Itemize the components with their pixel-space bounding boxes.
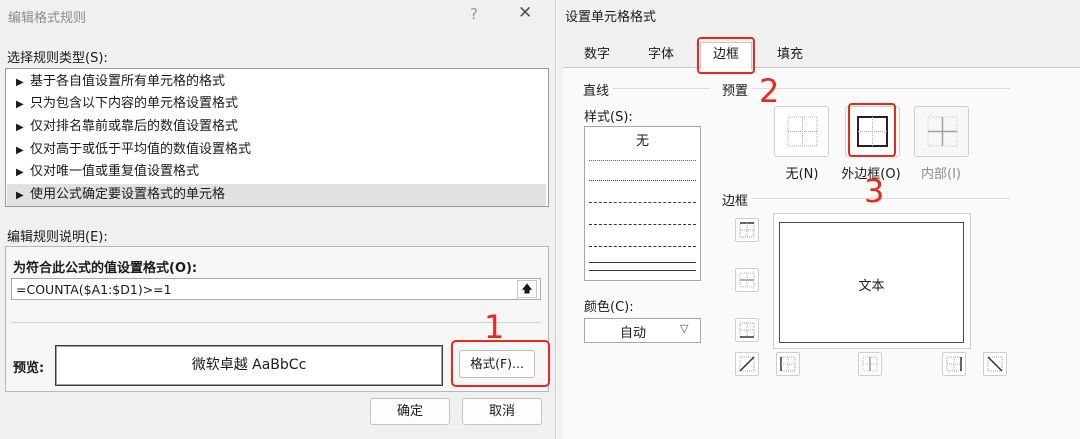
border-preview-text: 文本: [858, 279, 885, 294]
line-style-option[interactable]: [589, 180, 696, 181]
highlight-box-border-tab: [697, 37, 755, 74]
line-style-option[interactable]: [589, 246, 696, 247]
group-rule: [752, 88, 1010, 89]
line-style-list[interactable]: [584, 126, 701, 281]
rule-type-item[interactable]: ▶ 基于各自值设置所有单元格的格式: [7, 71, 546, 93]
rule-description-label: 编辑规则说明(E):: [7, 230, 108, 245]
dialog-title: 设置单元格格式: [565, 10, 657, 25]
line-style-option[interactable]: [589, 270, 696, 271]
step-number-3: 3: [864, 172, 885, 210]
preset-inside-button[interactable]: [914, 106, 969, 157]
border-none-icon: [787, 116, 818, 147]
rule-type-item-selected[interactable]: ▶ 使用公式确定要设置格式的单元格: [7, 184, 546, 206]
format-preview: 微软卓越 AaBbCc: [55, 345, 443, 386]
border-inside-horizontal-icon: [739, 272, 755, 288]
border-diagonal-down-icon: [987, 356, 1003, 372]
border-center-button[interactable]: [858, 352, 882, 376]
border-middle-button[interactable]: [735, 268, 759, 292]
border-group-label: 边框: [722, 194, 749, 209]
highlight-box-format: [451, 340, 550, 387]
collapse-dialog-button[interactable]: 🡅: [517, 280, 537, 298]
group-rule: [613, 88, 709, 89]
color-select-value: 自动: [620, 326, 647, 341]
triangle-right-icon: ▶: [16, 122, 24, 133]
border-bottom-icon: [739, 322, 755, 338]
border-inside-icon: [927, 116, 958, 147]
dialog-title: 编辑格式规则: [8, 11, 87, 26]
step-number-2: 2: [759, 72, 780, 110]
step-number-1: 1: [484, 308, 505, 346]
border-diagonal-up-icon: [739, 356, 755, 372]
cancel-button[interactable]: 取消: [462, 398, 542, 425]
formula-heading: 为符合此公式的值设置格式(O):: [13, 261, 198, 276]
line-style-option[interactable]: [589, 202, 696, 203]
line-style-label: 样式(S):: [584, 110, 633, 125]
border-top-button[interactable]: [735, 218, 759, 242]
border-left-button[interactable]: [776, 352, 800, 376]
line-style-none[interactable]: 无: [584, 130, 701, 149]
line-style-option[interactable]: [589, 224, 696, 225]
preset-group-label: 预置: [722, 84, 749, 99]
ok-button[interactable]: 确定: [370, 398, 450, 425]
tab-font[interactable]: 字体: [632, 42, 690, 68]
rule-type-item[interactable]: ▶ 仅对唯一值或重复值设置格式: [7, 161, 546, 183]
rule-type-list[interactable]: ▶ 基于各自值设置所有单元格的格式 ▶ 只为包含以下内容的单元格设置格式 ▶ 仅对排名…: [5, 68, 549, 207]
line-group-label: 直线: [583, 84, 610, 99]
border-left-icon: [780, 356, 796, 372]
highlight-box-outline: [848, 103, 896, 157]
triangle-right-icon: ▶: [16, 167, 24, 178]
color-label: 颜色(C):: [584, 300, 634, 315]
triangle-right-icon: ▶: [16, 190, 24, 201]
triangle-right-icon: ▶: [16, 99, 24, 110]
border-right-button[interactable]: [942, 352, 966, 376]
border-inside-vertical-icon: [862, 356, 878, 372]
preview-label: 预览:: [13, 361, 45, 376]
help-icon[interactable]: ?: [470, 5, 478, 23]
rule-type-label: 选择规则类型(S):: [7, 51, 108, 66]
preset-inside-label: 内部(I): [921, 167, 961, 182]
rule-type-item[interactable]: ▶ 仅对排名靠前或靠后的数值设置格式: [7, 116, 546, 138]
border-diagonal-down-button[interactable]: [983, 352, 1007, 376]
tab-number[interactable]: 数字: [569, 42, 625, 68]
formula-input[interactable]: [11, 278, 541, 300]
line-style-option[interactable]: [589, 262, 696, 263]
preset-none-label: 无(N): [785, 167, 819, 182]
divider: [11, 322, 541, 323]
tab-fill[interactable]: 填充: [762, 42, 818, 68]
chevron-down-icon: ▽: [680, 322, 689, 335]
arrow-up-icon: 🡅: [521, 282, 533, 295]
border-top-icon: [739, 222, 755, 238]
rule-type-item[interactable]: ▶ 只为包含以下内容的单元格设置格式: [7, 93, 546, 115]
rule-type-item[interactable]: ▶ 仅对高于或低于平均值的数值设置格式: [7, 139, 546, 161]
triangle-right-icon: ▶: [16, 145, 24, 156]
border-right-icon: [946, 356, 962, 372]
line-style-option[interactable]: [589, 160, 696, 161]
preset-none-button[interactable]: [774, 106, 829, 157]
triangle-right-icon: ▶: [16, 77, 24, 88]
border-bottom-button[interactable]: [735, 318, 759, 342]
close-icon[interactable]: ✕: [518, 3, 532, 23]
border-diagonal-up-button[interactable]: [735, 352, 759, 376]
